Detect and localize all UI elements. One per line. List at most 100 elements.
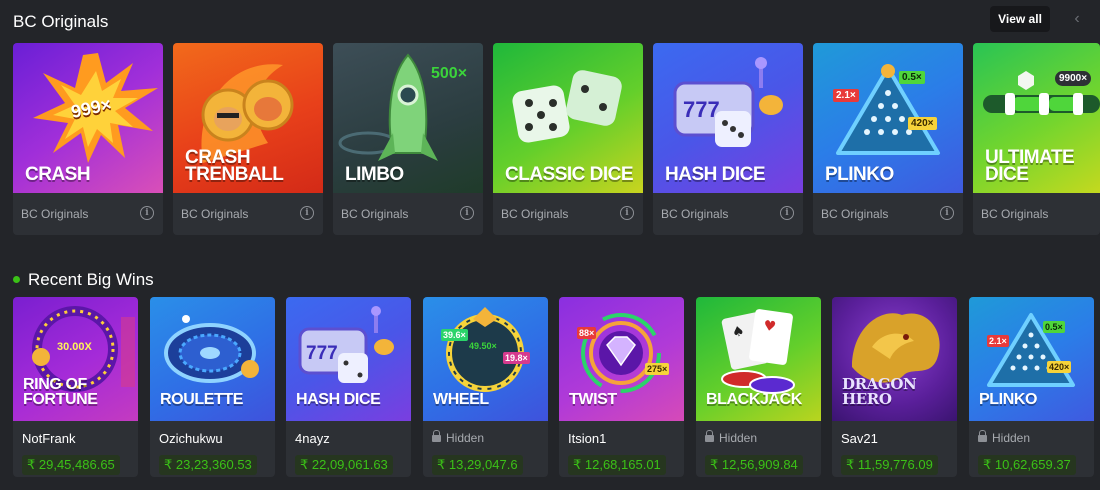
win-card[interactable]: DRAGON HERO Sav21 ₹ 11,59,776.09 <box>832 297 957 477</box>
multiplier-badge: 0.5× <box>899 71 925 84</box>
game-thumbnail: 88× 275× TWIST <box>559 297 684 421</box>
game-thumbnail: 30.00X RING OF FORTUNE <box>13 297 138 421</box>
game-thumbnail: CLASSIC DICE <box>493 43 643 193</box>
multiplier-badge: 420× <box>1047 361 1072 373</box>
game-title: WHEEL <box>433 391 489 408</box>
game-card-limbo[interactable]: 500× LIMBO BC Originals i <box>333 43 483 235</box>
multiplier-badge: 30.00X <box>57 341 92 353</box>
game-provider: BC Originals <box>21 207 89 221</box>
game-card-plinko[interactable]: 0.5× 2.1× 420× PLINKO BC Originals i <box>813 43 963 235</box>
game-card-crash-trenball[interactable]: CRASH TRENBALL BC Originals i <box>173 43 323 235</box>
winner-username: Itsion1 <box>568 431 607 446</box>
game-thumbnail: DRAGON HERO <box>832 297 957 421</box>
win-card[interactable]: ROULETTE Ozichukwu ₹ 23,23,360.53 <box>150 297 275 477</box>
game-thumbnail: CRASH TRENBALL <box>173 43 323 193</box>
game-thumbnail: 777 HASH DICE <box>653 43 803 193</box>
game-title: LIMBO <box>345 164 404 185</box>
game-title: DRAGON HERO <box>842 375 917 408</box>
game-card-hash-dice[interactable]: 777 HASH DICE BC Originals i <box>653 43 803 235</box>
multiplier-badge: 2.1× <box>987 335 1009 347</box>
win-amount: ₹ 13,29,047.6 <box>432 455 523 475</box>
svg-text:777: 777 <box>683 97 720 122</box>
game-thumbnail: ♠ ♥ BLACKJACK <box>696 297 821 421</box>
game-title: ULTIMATE DICE <box>985 147 1075 185</box>
game-provider: BC Originals <box>341 207 409 221</box>
winner-username: 4nayz <box>295 431 330 446</box>
game-title: CRASH TRENBALL <box>185 147 284 185</box>
winner-username: Sav21 <box>841 431 878 446</box>
multiplier-badge: 2.1× <box>833 89 859 102</box>
win-card[interactable]: 2.1× 0.5× 420× PLINKO Hidden ₹ 10,62,659… <box>969 297 1094 477</box>
info-icon[interactable]: i <box>140 206 154 220</box>
game-provider: BC Originals <box>501 207 569 221</box>
winner-username: Hidden <box>432 430 484 445</box>
win-amount: ₹ 10,62,659.37 <box>978 455 1076 475</box>
win-card[interactable]: 88× 275× TWIST Itsion1 ₹ 12,68,165.01 <box>559 297 684 477</box>
win-amount: ₹ 12,56,909.84 <box>705 455 803 475</box>
section-title-bc-originals: BC Originals <box>13 12 109 31</box>
info-icon[interactable]: i <box>780 206 794 220</box>
game-thumbnail: 0.5× 2.1× 420× PLINKO <box>813 43 963 193</box>
winner-username: Hidden <box>978 430 1030 445</box>
game-title: HASH DICE <box>296 391 381 408</box>
game-thumbnail: ROULETTE <box>150 297 275 421</box>
game-title: CRASH <box>25 164 91 185</box>
game-card-crash[interactable]: 999× CRASH BC Originals i <box>13 43 163 235</box>
carousel-prev-button[interactable]: ‹ <box>1062 6 1092 32</box>
view-all-button[interactable]: View all <box>990 6 1050 32</box>
win-amount: ₹ 23,23,360.53 <box>159 455 257 475</box>
game-provider: BC Originals <box>181 207 249 221</box>
info-icon[interactable]: i <box>300 206 314 220</box>
game-thumbnail: 999× CRASH <box>13 43 163 193</box>
multiplier-badge: 49.50× <box>469 341 497 351</box>
info-icon[interactable]: i <box>940 206 954 220</box>
win-card[interactable]: 777 HASH DICE 4nayz ₹ 22,09,061.63 <box>286 297 411 477</box>
svg-text:♥: ♥ <box>762 318 777 336</box>
live-indicator <box>13 276 20 283</box>
info-icon[interactable]: i <box>460 206 474 220</box>
section-title-recent-big-wins: Recent Big Wins <box>28 270 154 289</box>
game-title: HASH DICE <box>665 164 766 185</box>
win-card[interactable]: 30.00X RING OF FORTUNE NotFrank ₹ 29,45,… <box>13 297 138 477</box>
multiplier-badge: 275× <box>645 363 670 375</box>
chevron-left-icon: ‹ <box>1074 10 1080 27</box>
winner-username: Hidden <box>705 430 757 445</box>
lock-icon <box>432 430 441 442</box>
game-thumbnail: 500× LIMBO <box>333 43 483 193</box>
game-title: CLASSIC DICE <box>505 164 634 185</box>
lock-icon <box>705 430 714 442</box>
info-icon[interactable]: i <box>620 206 634 220</box>
game-thumbnail: 39.6× 49.50× 19.8× WHEEL <box>423 297 548 421</box>
game-provider: BC Originals <box>661 207 729 221</box>
multiplier-badge: 500× <box>431 65 468 82</box>
multiplier-badge: 39.6× <box>441 329 468 341</box>
game-card-ultimate-dice[interactable]: 9900× ULTIMATE DICE BC Originals <box>973 43 1100 235</box>
win-amount: ₹ 22,09,061.63 <box>295 455 393 475</box>
game-thumbnail: 2.1× 0.5× 420× PLINKO <box>969 297 1094 421</box>
winner-username: NotFrank <box>22 431 76 446</box>
winner-username: Ozichukwu <box>159 431 223 446</box>
game-provider: BC Originals <box>981 207 1049 221</box>
game-title: TWIST <box>569 391 617 408</box>
win-amount: ₹ 29,45,486.65 <box>22 455 120 475</box>
game-title: BLACKJACK <box>706 391 802 408</box>
game-title: PLINKO <box>825 164 894 185</box>
game-provider: BC Originals <box>821 207 889 221</box>
game-thumbnail: 777 HASH DICE <box>286 297 411 421</box>
win-card[interactable]: ♠ ♥ BLACKJACK Hidden ₹ 12,56,909.84 <box>696 297 821 477</box>
multiplier-badge: 19.8× <box>503 352 530 364</box>
multiplier-badge: 0.5× <box>1043 321 1065 333</box>
game-title: PLINKO <box>979 391 1038 408</box>
game-title: RING OF FORTUNE <box>23 376 98 408</box>
svg-text:777: 777 <box>306 343 338 364</box>
win-amount: ₹ 12,68,165.01 <box>568 455 666 475</box>
multiplier-badge: 420× <box>908 117 937 130</box>
game-card-classic-dice[interactable]: CLASSIC DICE BC Originals i <box>493 43 643 235</box>
lock-icon <box>978 430 987 442</box>
multiplier-badge: 9900× <box>1055 71 1092 86</box>
game-thumbnail: 9900× ULTIMATE DICE <box>973 43 1100 193</box>
win-amount: ₹ 11,59,776.09 <box>841 455 938 475</box>
multiplier-badge: 88× <box>577 327 597 339</box>
game-title: ROULETTE <box>160 391 244 408</box>
win-card[interactable]: 39.6× 49.50× 19.8× WHEEL Hidden ₹ 13,29,… <box>423 297 548 477</box>
